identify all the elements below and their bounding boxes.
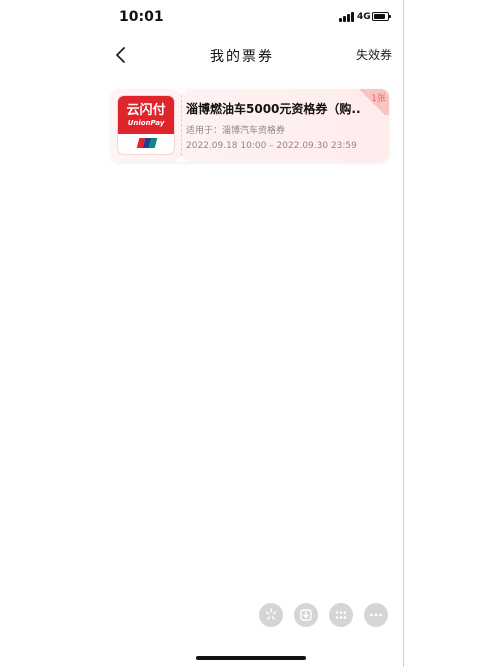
download-icon[interactable] [294, 603, 318, 627]
ticket-title: 淄博燃油车5000元资格券（购... [186, 102, 361, 116]
ticket-divider [181, 95, 182, 156]
ticket-card[interactable]: 云闪付 UnionPay 淄博燃油车5000元资格券（购... 适用于：淄博汽车… [111, 89, 389, 162]
logo-en-text: UnionPay [127, 119, 165, 127]
status-time: 10:01 [119, 9, 164, 25]
home-indicator[interactable] [196, 656, 306, 660]
more-icon[interactable] [364, 603, 388, 627]
ticket-count-badge: 1张 [371, 94, 386, 104]
ticket-validity-period: 2022.09.18 10:00 – 2022.09.30 23:59 [186, 141, 357, 151]
back-icon[interactable] [112, 45, 132, 65]
logo-cn-text: 云闪付 [126, 103, 166, 118]
signal-icon [339, 12, 355, 22]
ticket-notch [176, 157, 186, 162]
ticket-notch [176, 89, 186, 94]
grid-icon[interactable] [329, 603, 353, 627]
expired-tickets-link[interactable]: 失效券 [356, 46, 392, 63]
unionpay-flag-icon [136, 138, 158, 148]
loading-icon[interactable] [259, 603, 283, 627]
battery-icon [372, 12, 391, 21]
screen-background [404, 0, 500, 667]
network-label: 4G [357, 12, 371, 22]
unionpay-logo-icon: 云闪付 UnionPay [118, 96, 174, 154]
ticket-scope: 适用于：淄博汽车资格券 [186, 126, 286, 136]
page-title: 我的票券 [210, 49, 274, 65]
screen-edge [403, 0, 404, 667]
